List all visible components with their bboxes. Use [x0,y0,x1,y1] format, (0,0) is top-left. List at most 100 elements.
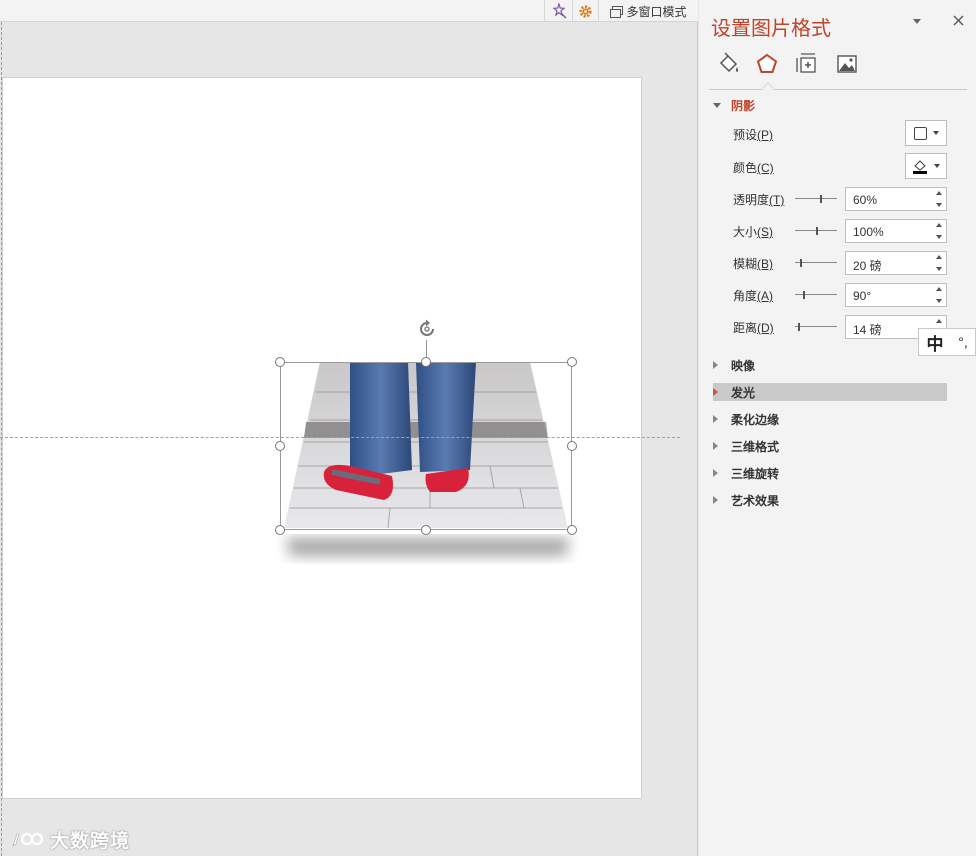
multi-window-mode-button[interactable]: 多窗口模式 [598,0,698,22]
slider-thumb[interactable] [816,227,818,235]
chevron-down-icon [913,18,921,24]
chevron-down-icon [934,164,940,168]
magic-wand-icon [551,3,567,19]
transparency-value: 60% [853,193,878,207]
section-glow[interactable]: 发光 [713,383,947,401]
slider-thumb[interactable] [800,259,802,267]
section-shadow[interactable]: 阴影 [713,96,949,114]
preset-label: 预设(P) [733,128,774,142]
fill-color-icon [913,160,927,174]
pentagon-icon [756,53,778,73]
close-button[interactable] [949,11,967,29]
expand-triangle-icon [713,442,718,450]
status-toolbar: 多窗口模式 [0,0,698,22]
tab-fill-line[interactable] [711,46,747,82]
resize-handle-bottom-left[interactable] [275,525,285,535]
resize-handle-bottom[interactable] [421,525,431,535]
spin-down-icon[interactable] [936,299,942,303]
section-soft-edges[interactable]: 柔化边缘 [713,410,949,428]
expand-triangle-icon [713,388,718,396]
blur-label: 模糊(B) [733,257,774,271]
resize-handle-left[interactable] [275,441,285,451]
watermark: 大数跨境 [10,826,130,853]
horizontal-guide [0,437,680,438]
expand-triangle-icon [713,361,718,369]
size-label: 大小(S) [733,225,774,239]
active-tab-indicator [761,82,775,90]
image-icon [837,55,857,73]
section-3d-rotation[interactable]: 三维旋转 [713,464,949,482]
window-icon [610,6,624,18]
resize-handle-right[interactable] [567,441,577,451]
gear-icon [579,4,592,18]
settings-button[interactable] [572,0,598,22]
resize-handle-bottom-right[interactable] [567,525,577,535]
resize-handle-top-left[interactable] [275,357,285,367]
slide-workspace: 多窗口模式 大数跨境 [0,0,698,856]
spin-down-icon[interactable] [936,267,942,271]
size-value: 100% [853,225,884,239]
magic-wand-button[interactable] [544,0,572,22]
spin-down-icon[interactable] [936,203,942,207]
spin-up-icon[interactable] [936,191,942,195]
watermark-logo-icon [12,832,44,847]
slider-thumb[interactable] [820,195,822,203]
multi-window-label: 多窗口模式 [626,4,687,19]
rotate-handle[interactable] [416,318,438,340]
expand-triangle-icon [713,469,718,477]
expand-triangle-icon [713,415,718,423]
transparency-label: 透明度(T) [733,193,785,207]
watermark-text: 大数跨境 [50,831,131,852]
slider-thumb[interactable] [798,323,800,331]
blur-spinbox[interactable]: 20 磅 [845,251,947,275]
distance-value: 14 磅 [853,323,882,337]
expand-triangle-icon [713,496,718,504]
section-3d-format[interactable]: 三维格式 [713,437,949,455]
collapse-triangle-icon [713,102,721,108]
chevron-down-icon [932,131,939,135]
blur-slider[interactable] [795,259,837,267]
shadow-color-button[interactable] [905,153,947,179]
size-slider[interactable] [795,227,837,235]
pane-title: 设置图片格式 [711,18,831,40]
spin-up-icon[interactable] [936,319,942,323]
pane-options-button[interactable] [910,14,924,28]
spin-up-icon[interactable] [936,223,942,227]
size-spinbox[interactable]: 100% [845,219,947,243]
section-reflection[interactable]: 映像 [713,356,949,374]
distance-slider[interactable] [795,323,837,331]
transparency-slider[interactable] [795,195,837,203]
color-label: 颜色(C) [733,161,774,175]
slider-thumb[interactable] [803,291,805,299]
spin-up-icon[interactable] [936,255,942,259]
ime-mode-button[interactable]: 中 [919,329,951,355]
angle-slider[interactable] [795,291,837,299]
selected-picture[interactable] [280,362,572,556]
angle-value: 90° [853,289,872,303]
spin-up-icon[interactable] [936,287,942,291]
spin-down-icon[interactable] [936,235,942,239]
section-artistic-effects[interactable]: 艺术效果 [713,491,949,509]
transparency-spinbox[interactable]: 60% [845,187,947,211]
paint-bucket-icon [719,52,738,73]
resize-handle-top[interactable] [421,357,431,367]
close-icon [953,15,963,25]
distance-label: 距离(D) [733,321,774,335]
ime-punctuation-button[interactable]: °, [951,329,975,355]
shadow-preset-button[interactable] [905,120,947,146]
ime-toolbar: 中 °, [918,328,976,356]
tab-size-properties[interactable] [789,46,825,82]
rotate-icon [420,319,434,336]
resize-handle-top-right[interactable] [567,357,577,367]
format-picture-pane: 设置图片格式 阴影 预设(P) 颜色(C) 透明度(T) 60% 大小(S) 1… [699,0,976,856]
tab-picture[interactable] [829,46,865,82]
blur-value: 20 磅 [853,259,882,273]
vertical-guide [1,22,2,856]
angle-spinbox[interactable]: 90° [845,283,947,307]
section-shadow-title: 阴影 [731,98,756,113]
size-position-icon [796,53,816,73]
category-tabs [709,46,967,90]
angle-label: 角度(A) [733,289,774,303]
preset-square-icon [913,126,927,140]
tab-effects[interactable] [749,46,785,82]
